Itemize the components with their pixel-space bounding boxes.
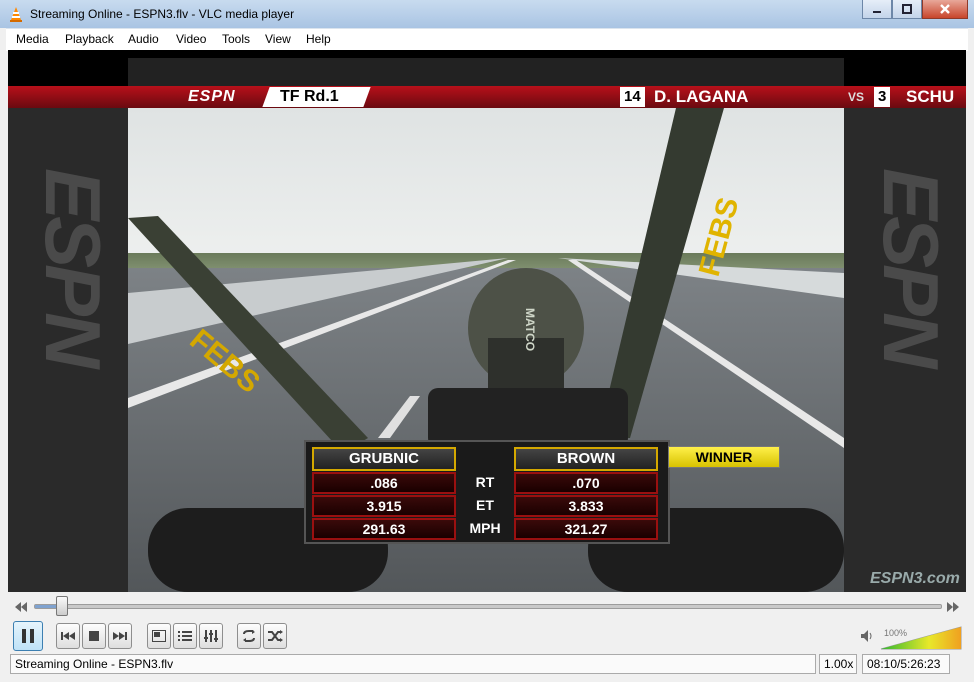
shuffle-button[interactable]	[263, 623, 287, 649]
menu-media[interactable]: Media	[16, 32, 49, 46]
playback-speed[interactable]: 1.00x	[819, 654, 857, 674]
espn-logo: ESPN	[188, 88, 236, 105]
rewind-icon[interactable]	[14, 601, 28, 613]
next-button[interactable]	[108, 623, 132, 649]
menu-view[interactable]: View	[265, 32, 291, 46]
stop-button[interactable]	[82, 623, 106, 649]
loop-button[interactable]	[237, 623, 261, 649]
extended-settings-button[interactable]	[199, 623, 223, 649]
fullscreen-button[interactable]	[147, 623, 171, 649]
close-button[interactable]	[922, 0, 968, 19]
versus-label: VS	[848, 90, 865, 104]
pause-icon	[22, 629, 34, 643]
svg-text:MATCO: MATCO	[523, 308, 537, 351]
fast-forward-icon[interactable]	[946, 601, 960, 613]
video-area[interactable]: ESPN ESPN FEBS FEBS MATCO ESPN TF Rd.1 1…	[8, 50, 966, 592]
loop-icon	[243, 630, 255, 642]
title-bar: Streaming Online - ESPN3.flv - VLC media…	[0, 0, 974, 28]
lane1-driver: D. LAGANA	[654, 87, 749, 106]
menu-video[interactable]: Video	[176, 32, 206, 46]
broadcast-top-strip	[128, 58, 844, 86]
winner-badge: WINNER	[668, 446, 780, 468]
previous-button[interactable]	[56, 623, 80, 649]
broadcast-banner: ESPN TF Rd.1 14 D. LAGANA VS 3 SCHU	[8, 86, 966, 108]
left-pillarbox: ESPN	[8, 108, 128, 592]
menu-playback[interactable]: Playback	[65, 32, 114, 46]
maximize-icon	[902, 4, 912, 14]
seek-handle[interactable]	[56, 596, 68, 616]
race-round: TF Rd.1	[262, 87, 371, 107]
minimize-button[interactable]	[862, 0, 892, 19]
speaker-icon[interactable]	[860, 629, 874, 643]
shuffle-icon	[268, 630, 283, 642]
menu-tools[interactable]: Tools	[222, 32, 250, 46]
right-mph: 321.27	[514, 518, 658, 540]
menu-help[interactable]: Help	[306, 32, 331, 46]
window-title: Streaming Online - ESPN3.flv - VLC media…	[30, 7, 295, 21]
lane1-number: 14	[620, 87, 645, 107]
status-text: Streaming Online - ESPN3.flv	[10, 654, 816, 674]
espn-side-logo-left: ESPN	[29, 168, 117, 365]
playlist-icon	[178, 631, 192, 641]
right-et: 3.833	[514, 495, 658, 517]
playlist-button[interactable]	[173, 623, 197, 649]
menu-audio[interactable]: Audio	[128, 32, 159, 46]
espn-side-logo-right: ESPN	[867, 168, 955, 365]
seek-slider[interactable]	[34, 604, 942, 609]
seek-row	[8, 596, 966, 618]
left-driver-name: GRUBNIC	[312, 447, 456, 471]
lane2-driver: SCHU	[906, 87, 955, 106]
rt-label: RT	[475, 474, 495, 490]
left-mph: 291.63	[312, 518, 456, 540]
time-display[interactable]: 08:10/5:26:23	[862, 654, 950, 674]
vlc-cone-icon	[10, 7, 22, 22]
fullscreen-icon	[152, 630, 166, 642]
maximize-button[interactable]	[892, 0, 922, 19]
svg-text:FEBS: FEBS	[693, 194, 746, 280]
menu-bar: Media Playback Audio Video Tools View He…	[6, 28, 968, 51]
volume-slider[interactable]	[880, 626, 962, 650]
espn3-watermark: ESPN3.com	[870, 570, 960, 587]
extended-settings-icon	[204, 630, 218, 642]
close-icon	[940, 4, 950, 14]
mph-label: MPH	[469, 520, 501, 536]
right-rt: .070	[514, 472, 658, 494]
et-label: ET	[476, 497, 494, 513]
pause-button[interactable]	[13, 621, 43, 651]
left-rt: .086	[312, 472, 456, 494]
next-icon	[113, 632, 127, 640]
window-controls	[862, 0, 968, 20]
right-pillarbox: ESPN	[844, 108, 966, 592]
stop-icon	[89, 631, 99, 641]
timing-scoreboard: GRUBNIC BROWN .086 RT .070 3.915 ET 3.83…	[304, 440, 670, 544]
right-driver-name: BROWN	[514, 447, 658, 471]
minimize-icon	[873, 11, 881, 13]
status-bar: Streaming Online - ESPN3.flv 1.00x 08:10…	[8, 654, 966, 674]
lane2-number: 3	[874, 87, 891, 107]
previous-icon	[61, 632, 75, 640]
left-et: 3.915	[312, 495, 456, 517]
